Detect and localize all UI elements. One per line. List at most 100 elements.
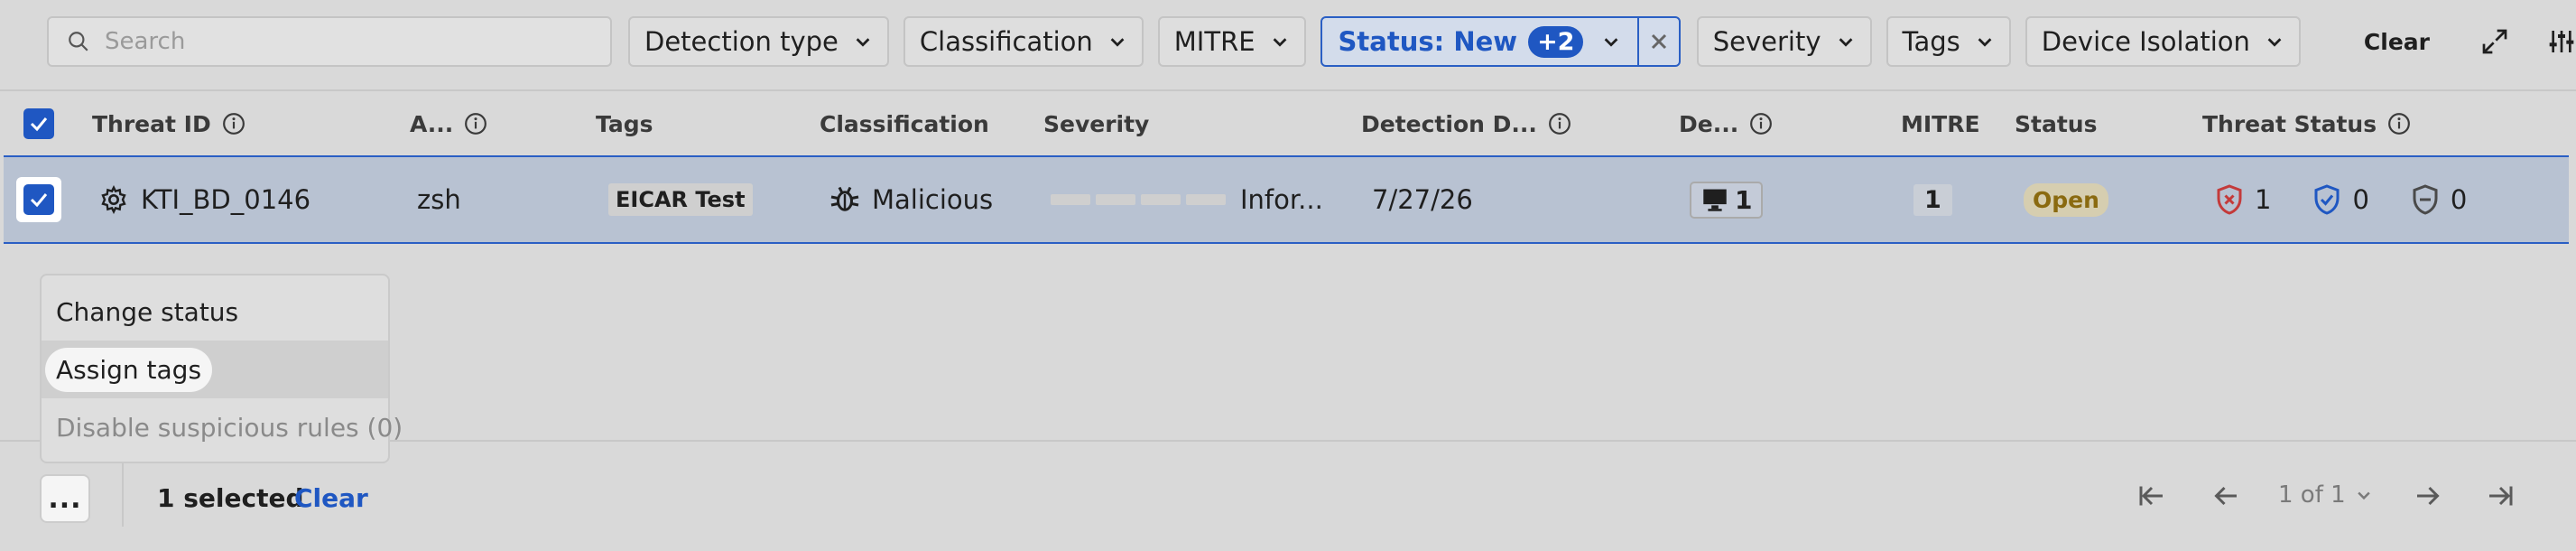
menu-item-label: Change status (56, 296, 239, 327)
status-filter-count-badge: +2 (1528, 25, 1584, 58)
selected-count: 1 selected (157, 483, 304, 513)
column-device[interactable]: De... (1679, 91, 1773, 156)
filter-mitre[interactable]: MITRE (1157, 16, 1306, 67)
page-selector[interactable]: 1 of 1 (2278, 481, 2373, 509)
menu-item-assign-tags[interactable]: Assign tags (42, 341, 388, 398)
column-mitre[interactable]: MITRE (1901, 91, 1980, 156)
filter-label: Classification (919, 26, 1093, 57)
filter-label: Tags (1902, 26, 1960, 57)
search-input[interactable] (105, 28, 610, 55)
filter-tags[interactable]: Tags (1886, 16, 2011, 67)
cell-device[interactable]: 1 (1690, 157, 1764, 242)
threat-status-red: 1 (2213, 183, 2271, 216)
clear-filters-button[interactable]: Clear (2364, 29, 2430, 55)
bulk-actions-menu: Change status Assign tags Disable suspic… (40, 274, 403, 463)
table-row[interactable]: KTI_BD_0146 zsh EICAR Test Malicious Inf… (4, 155, 2569, 244)
status-badge: Open (2024, 182, 2108, 217)
first-page-icon[interactable] (2136, 480, 2168, 512)
threat-status-grey: 0 (2409, 183, 2467, 216)
filter-detection-type[interactable]: Detection type (628, 16, 889, 67)
column-threat-id[interactable]: Threat ID (92, 91, 246, 156)
cell-status: Open (2024, 157, 2108, 242)
device-count-chip[interactable]: 1 (1690, 181, 1764, 219)
cell-threat-id[interactable]: KTI_BD_0146 (99, 157, 310, 242)
column-detection-date[interactable]: Detection D... (1361, 91, 1571, 156)
mitre-count-chip[interactable]: 1 (1913, 183, 1952, 216)
column-label: Threat Status (2202, 110, 2377, 137)
chevron-down-icon (1839, 38, 1852, 47)
chevron-down-icon (1978, 38, 1992, 47)
filter-device-isolation[interactable]: Device Isolation (2025, 16, 2301, 67)
column-a[interactable]: A... (410, 91, 487, 156)
threat-blue-count: 0 (2352, 184, 2369, 215)
chevron-down-icon (2357, 491, 2370, 500)
column-label: Classification (820, 110, 989, 137)
cell-classification: Malicious (829, 157, 993, 242)
threat-grey-count: 0 (2450, 184, 2468, 215)
column-label: Detection D... (1361, 110, 1537, 137)
settings-sliders-icon[interactable] (2547, 26, 2576, 57)
row-checkbox[interactable] (23, 184, 54, 215)
cell-threat-status: 1 0 0 (2213, 157, 2467, 242)
check-icon (30, 193, 48, 208)
table-header: Threat ID A... Tags Classification Sever… (0, 89, 2576, 154)
filter-label: MITRE (1173, 26, 1256, 57)
next-page-icon[interactable] (2412, 480, 2444, 512)
cell-severity: Infor... (1051, 157, 1323, 242)
column-tags[interactable]: Tags (596, 91, 653, 156)
info-icon[interactable] (1749, 112, 1773, 135)
select-all-checkbox[interactable] (23, 108, 54, 139)
clear-selection-button[interactable]: Clear (294, 483, 368, 513)
bug-icon (830, 186, 859, 211)
chevron-down-icon (1110, 38, 1125, 47)
severity-value: Infor... (1240, 184, 1323, 215)
cell-mitre[interactable]: 1 (1913, 157, 1952, 242)
shield-minus-icon (2413, 184, 2438, 215)
status-filter-dropdown[interactable]: Status: New +2 (1322, 18, 1638, 65)
column-status[interactable]: Status (2015, 91, 2097, 156)
menu-item-change-status[interactable]: Change status (42, 283, 388, 341)
prev-page-icon[interactable] (2210, 480, 2242, 512)
classification-value: Malicious (872, 184, 994, 215)
info-icon[interactable] (464, 112, 487, 135)
shield-check-icon (2314, 184, 2340, 215)
more-actions-button[interactable]: ... (40, 474, 90, 523)
chevron-down-icon (856, 38, 870, 47)
threat-status-blue: 0 (2311, 183, 2369, 216)
info-icon[interactable] (1548, 112, 1571, 135)
expand-icon[interactable] (2480, 26, 2509, 57)
search-box[interactable] (47, 16, 612, 67)
check-icon (30, 117, 48, 132)
filter-label: Device Isolation (2041, 26, 2250, 57)
gear-icon (101, 185, 126, 214)
clear-status-filter-button[interactable] (1637, 18, 1678, 65)
filter-status[interactable]: Status: New +2 (1320, 16, 1681, 67)
column-label: Severity (1043, 110, 1150, 137)
column-label: Status (2015, 110, 2098, 137)
a-value: zsh (417, 184, 461, 215)
menu-item-label: Assign tags (45, 347, 213, 392)
column-severity[interactable]: Severity (1043, 91, 1149, 156)
threat-id-text: KTI_BD_0146 (141, 184, 311, 215)
filter-classification[interactable]: Classification (903, 16, 1144, 67)
column-label: Tags (596, 110, 653, 137)
cell-a: zsh (417, 157, 461, 242)
column-label: MITRE (1901, 110, 1980, 137)
threat-red-count: 1 (2255, 184, 2272, 215)
info-icon[interactable] (2387, 112, 2411, 135)
info-icon[interactable] (222, 112, 246, 135)
filter-label: Severity (1712, 26, 1821, 57)
tag-chip: EICAR Test (608, 183, 753, 216)
filter-severity[interactable]: Severity (1696, 16, 1872, 67)
page-text: 1 of 1 (2278, 481, 2346, 509)
row-checkbox-wrapper[interactable] (16, 177, 61, 222)
shield-x-icon (2217, 184, 2242, 215)
last-page-icon[interactable] (2484, 480, 2516, 512)
severity-bars (1051, 194, 1231, 205)
close-icon (1652, 33, 1667, 50)
device-count: 1 (1735, 184, 1753, 215)
column-classification[interactable]: Classification (820, 91, 989, 156)
row-select-cell (16, 157, 61, 242)
column-threat-status[interactable]: Threat Status (2202, 91, 2411, 156)
monitor-icon (1703, 189, 1727, 211)
